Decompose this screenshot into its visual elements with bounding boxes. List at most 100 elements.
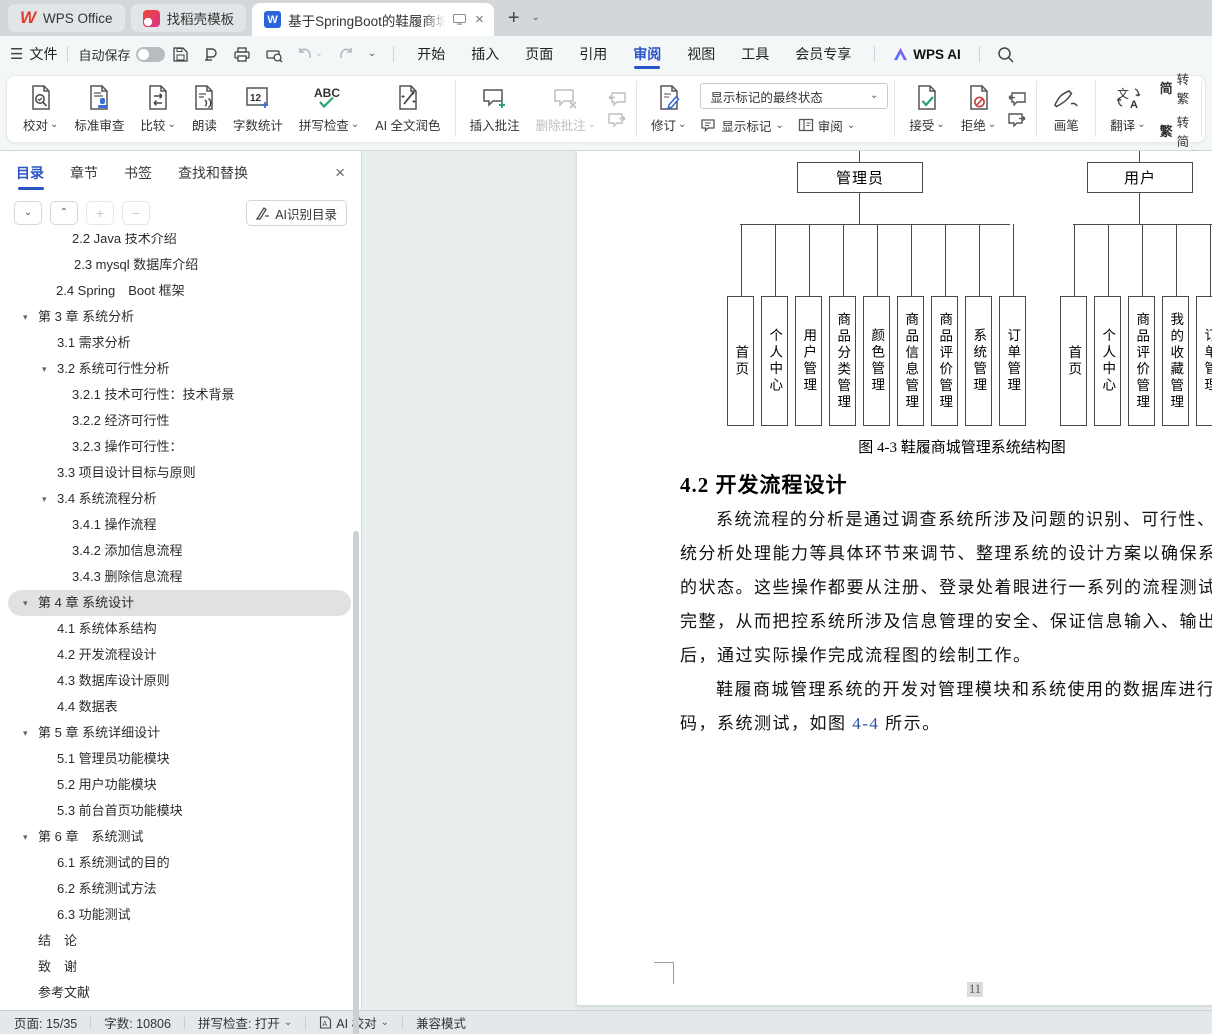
enter-fullscreen-icon[interactable]: [453, 14, 466, 25]
toc-item[interactable]: ▾ 5.2 用户功能模块: [8, 772, 351, 798]
spell-check-status[interactable]: 拼写检查: 打开 ⌄: [198, 1013, 292, 1032]
toc-item[interactable]: ▾ 4.3 数据库设计原则: [8, 668, 351, 694]
sidebar-scrollbar[interactable]: [353, 531, 359, 1034]
previous-comment-button[interactable]: [608, 91, 626, 106]
toc-next-heading-button[interactable]: ⌄: [14, 201, 42, 225]
toc-item[interactable]: ▾ 2.2 Java 技术介绍: [8, 233, 351, 252]
word-count-button[interactable]: 12 字数统计: [225, 82, 291, 136]
search-icon[interactable]: [990, 46, 1021, 63]
collapse-arrow-icon[interactable]: ▾: [42, 486, 57, 512]
toc-expand-button[interactable]: +: [86, 201, 114, 225]
toc-item[interactable]: ▾ 3.4.3 删除信息流程: [8, 564, 351, 590]
toc-item[interactable]: ▾ 6.2 系统测试方法: [8, 876, 351, 902]
toc-item[interactable]: ▾ 第 4 章 系统设计: [8, 590, 351, 616]
toc-item[interactable]: ▾ 5.1 管理员功能模块: [8, 746, 351, 772]
pen-button[interactable]: 画笔: [1043, 82, 1089, 136]
toc-item[interactable]: ▾ 3.4.1 操作流程: [8, 512, 351, 538]
collapse-arrow-icon[interactable]: ▾: [23, 304, 38, 330]
redo-button[interactable]: [330, 47, 361, 62]
toc-item[interactable]: ▾ 3.2.1 技术可行性：技术背景: [8, 382, 351, 408]
tab-home[interactable]: 开始: [404, 36, 458, 72]
collapse-arrow-icon[interactable]: ▾: [23, 720, 38, 746]
tab-wps-office[interactable]: W WPS Office: [8, 4, 125, 32]
tab-tools[interactable]: 工具: [728, 36, 782, 72]
reject-button[interactable]: 拒绝⌄: [953, 82, 1004, 136]
undo-button[interactable]: ⌄: [290, 47, 329, 62]
tab-docer-templates[interactable]: 找稻壳模板: [131, 4, 247, 32]
toc-item[interactable]: ▾ 3.2.3 操作可行性：: [8, 434, 351, 460]
toc-item[interactable]: ▾ 第 6 章 系统测试: [8, 824, 351, 850]
previous-change-button[interactable]: [1008, 91, 1026, 106]
proofread-button[interactable]: 校对⌄: [15, 82, 66, 136]
toc-item[interactable]: ▾ 4.2 开发流程设计: [8, 642, 351, 668]
accept-button[interactable]: 接受⌄: [901, 82, 952, 136]
toc-item[interactable]: ▾ 2.4 Spring Boot 框架: [8, 278, 351, 304]
toc-item[interactable]: ▾ 4.1 系统体系结构: [8, 616, 351, 642]
collapse-arrow-icon[interactable]: ▾: [42, 356, 57, 382]
export-pdf-button[interactable]: [196, 46, 226, 63]
toc-item[interactable]: ▾ 5.3 前台首页功能模块: [8, 798, 351, 824]
toc-item[interactable]: ▾ 2.3 mysql 数据库介绍: [8, 252, 351, 278]
toc-item[interactable]: ▾ 第 3 章 系统分析: [8, 304, 351, 330]
next-change-button[interactable]: [1008, 112, 1026, 127]
show-markup-button[interactable]: 显示标记⌄: [700, 116, 783, 135]
toc-item[interactable]: ▾ 结 论: [8, 928, 351, 954]
toc-item[interactable]: ▾ 3.3 项目设计目标与原则: [8, 460, 351, 486]
compare-button[interactable]: 比较⌄: [132, 82, 183, 136]
to-traditional-button[interactable]: 简 转繁: [1160, 69, 1190, 107]
ai-recognize-toc-button[interactable]: AI识别目录: [246, 200, 347, 226]
toc-item[interactable]: ▾ 3.4 系统流程分析: [8, 486, 351, 512]
toc-item[interactable]: ▾ 6.3 功能测试: [8, 902, 351, 928]
tab-current-document[interactable]: W 基于SpringBoot的鞋履商城管 ×: [252, 3, 494, 36]
toc-item[interactable]: ▾ 第 5 章 系统详细设计: [8, 720, 351, 746]
tab-page[interactable]: 页面: [512, 36, 566, 72]
markup-state-dropdown[interactable]: 显示标记的最终状态 ⌄: [700, 83, 888, 109]
ai-polish-button[interactable]: AI 全文润色: [367, 82, 448, 136]
page-indicator[interactable]: 页面: 15/35: [14, 1013, 77, 1032]
toc-item[interactable]: ▾ 3.2.2 经济可行性: [8, 408, 351, 434]
close-sidebar-icon[interactable]: ×: [335, 163, 345, 183]
spell-check-button[interactable]: ABC 拼写检查⌄: [291, 82, 367, 136]
insert-comment-button[interactable]: 插入批注: [462, 82, 528, 136]
translate-button[interactable]: 文A 翻译⌄: [1102, 82, 1153, 136]
toc-item[interactable]: ▾ 4.4 数据表: [8, 694, 351, 720]
wps-ai-button[interactable]: WPS AI: [885, 47, 969, 62]
print-preview-button[interactable]: [258, 46, 290, 63]
next-comment-button[interactable]: [608, 112, 626, 127]
tab-review[interactable]: 审阅: [620, 36, 674, 72]
toc-previous-heading-button[interactable]: ⌃: [50, 201, 78, 225]
restrict-editing-button[interactable]: 限制编辑: [1208, 82, 1212, 136]
toc-item[interactable]: ▾ 3.1 需求分析: [8, 330, 351, 356]
save-button[interactable]: [165, 46, 196, 63]
toc-item[interactable]: ▾ 参考文献: [8, 980, 351, 1006]
tab-reference[interactable]: 引用: [566, 36, 620, 72]
close-tab-icon[interactable]: ×: [473, 11, 486, 28]
word-count-indicator[interactable]: 字数: 10806: [104, 1013, 171, 1032]
toc-item[interactable]: ▾ 3.4.2 添加信息流程: [8, 538, 351, 564]
collapse-arrow-icon[interactable]: ▾: [23, 824, 38, 850]
new-tab-button[interactable]: +: [500, 7, 528, 30]
more-quick-actions-chevron[interactable]: ⌄: [361, 49, 383, 59]
tab-insert[interactable]: 插入: [458, 36, 512, 72]
track-changes-button[interactable]: 修订⌄: [643, 82, 694, 136]
document-page[interactable]: 管理员 用户 首页 个人中心 用户管理 商品分类管理 颜色管理 商品信息管理 商…: [577, 151, 1212, 1005]
tab-list-chevron[interactable]: ⌄: [528, 13, 544, 23]
collapse-arrow-icon[interactable]: ▾: [23, 590, 38, 616]
sidebar-tab-bookmarks[interactable]: 书签: [124, 159, 152, 187]
tab-view[interactable]: 视图: [674, 36, 728, 72]
toc-item[interactable]: ▾ 3.2 系统可行性分析: [8, 356, 351, 382]
sidebar-tab-contents[interactable]: 目录: [16, 159, 44, 187]
review-pane-button[interactable]: 审阅⌄: [798, 116, 855, 135]
autosave-toggle[interactable]: [136, 47, 165, 62]
file-menu[interactable]: ☰ 文件: [10, 44, 57, 64]
sidebar-tab-chapters[interactable]: 章节: [70, 159, 98, 187]
toc-collapse-button[interactable]: −: [122, 201, 150, 225]
read-aloud-button[interactable]: 朗读: [184, 82, 225, 136]
delete-comment-button[interactable]: 删除批注⌄: [528, 82, 604, 136]
print-button[interactable]: [226, 46, 258, 63]
sidebar-tab-find-replace[interactable]: 查找和替换: [178, 159, 248, 187]
toc-item[interactable]: ▾ 致 谢: [8, 954, 351, 980]
to-simplified-button[interactable]: 繁 转简: [1160, 112, 1190, 150]
standard-review-button[interactable]: 标准审查: [66, 82, 132, 136]
undo-chevron[interactable]: ⌄: [314, 49, 322, 59]
